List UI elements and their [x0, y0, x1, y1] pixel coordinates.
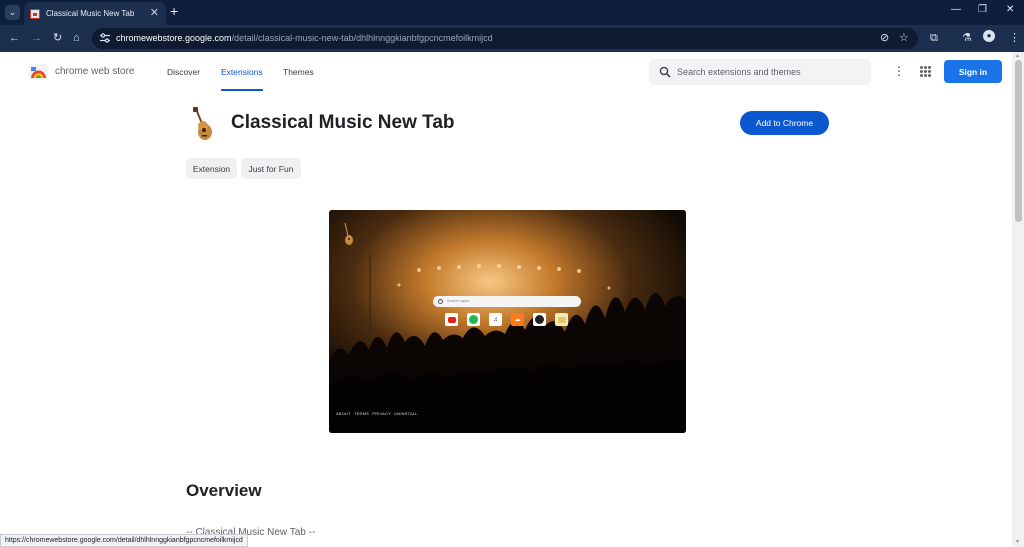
scrollbar-thumb[interactable] — [1015, 60, 1022, 222]
tab-search-icon[interactable]: ⌄ — [5, 5, 20, 20]
folder-icon — [555, 313, 568, 326]
address-bar[interactable]: chromewebstore.google.com/detail/classic… — [92, 28, 918, 49]
back-icon[interactable]: ← — [9, 31, 20, 45]
browser-toolbar: ← → ↻ ⌂ chromewebstore.google.com/detail… — [0, 25, 1024, 52]
close-window-icon[interactable]: ✕ — [1006, 4, 1014, 15]
store-header: chrome web store Discover Extensions The… — [0, 52, 1012, 92]
restore-icon[interactable]: ❐ — [978, 4, 987, 15]
screenshot-guitar-icon — [344, 222, 353, 245]
sign-in-button[interactable]: Sign in — [944, 60, 1002, 83]
screenshot-search-placeholder: Search apps — [447, 298, 470, 303]
store-search[interactable] — [649, 59, 871, 85]
link-status-bar: https://chromewebstore.google.com/detail… — [0, 534, 248, 547]
chip-extension[interactable]: Extension — [186, 158, 237, 179]
youtube-icon — [445, 313, 458, 326]
menu-icon[interactable]: ⋮ — [1009, 31, 1020, 45]
nav-themes[interactable]: Themes — [283, 67, 314, 77]
scroll-down-arrow[interactable]: ▼ — [1015, 539, 1020, 545]
spotify-icon — [467, 313, 480, 326]
more-options-icon[interactable]: ⋮ — [893, 65, 905, 77]
search-icon — [659, 66, 671, 78]
overview-heading: Overview — [186, 481, 262, 500]
scroll-up-arrow[interactable]: ▲ — [1015, 53, 1020, 59]
screenshot-search-bar: Search apps — [433, 296, 581, 307]
reload-icon[interactable]: ↻ — [53, 31, 62, 45]
soundcloud-icon: ☁ — [511, 313, 524, 326]
tab-favicon-icon — [30, 8, 40, 19]
star-icon[interactable]: ☆ — [899, 31, 909, 44]
concert-background-image — [329, 210, 686, 433]
extension-screenshot[interactable]: Search apps ♫ ☁ ABOUT TERMS PRIVACY UNIN… — [329, 210, 686, 433]
screenshot-footer-links: ABOUT TERMS PRIVACY UNINSTALL — [336, 411, 418, 416]
home-icon[interactable]: ⌂ — [73, 31, 80, 45]
guitar-icon — [193, 107, 212, 140]
music-icon: ♫ — [489, 313, 502, 326]
chrome-web-store-logo[interactable] — [29, 64, 48, 80]
extension-title: Classical Music New Tab — [231, 112, 455, 133]
add-to-chrome-button[interactable]: Add to Chrome — [740, 111, 829, 135]
nav-active-indicator — [221, 89, 263, 91]
search-input[interactable] — [677, 65, 865, 79]
profile-icon[interactable]: ● — [983, 30, 995, 42]
screenshot-search-icon — [438, 299, 443, 304]
eye-off-icon[interactable]: ⊘ — [880, 31, 889, 44]
minimize-icon[interactable]: — — [951, 4, 961, 15]
apps-icon[interactable] — [920, 66, 931, 77]
close-icon[interactable]: ✕ — [150, 6, 159, 19]
url-text[interactable]: chromewebstore.google.com/detail/classic… — [116, 33, 493, 43]
nav-discover[interactable]: Discover — [167, 67, 200, 77]
extensions-icon[interactable]: ⧉ — [930, 31, 938, 45]
labs-icon[interactable]: ⚗ — [962, 31, 972, 45]
brand-name[interactable]: chrome web store — [55, 66, 134, 77]
tune-icon[interactable] — [99, 32, 111, 44]
chip-just-for-fun[interactable]: Just for Fun — [241, 158, 301, 179]
tab-title: Classical Music New Tab — [46, 9, 135, 18]
tab-active[interactable]: Classical Music New Tab ✕ — [24, 2, 166, 25]
title-bar: ⌄ Classical Music New Tab ✕ + — ❐ ✕ — [0, 0, 1024, 25]
forward-icon[interactable]: → — [31, 31, 42, 45]
nav-extensions[interactable]: Extensions — [221, 67, 263, 77]
vinyl-icon — [533, 313, 546, 326]
plus-icon[interactable]: + — [170, 3, 178, 19]
